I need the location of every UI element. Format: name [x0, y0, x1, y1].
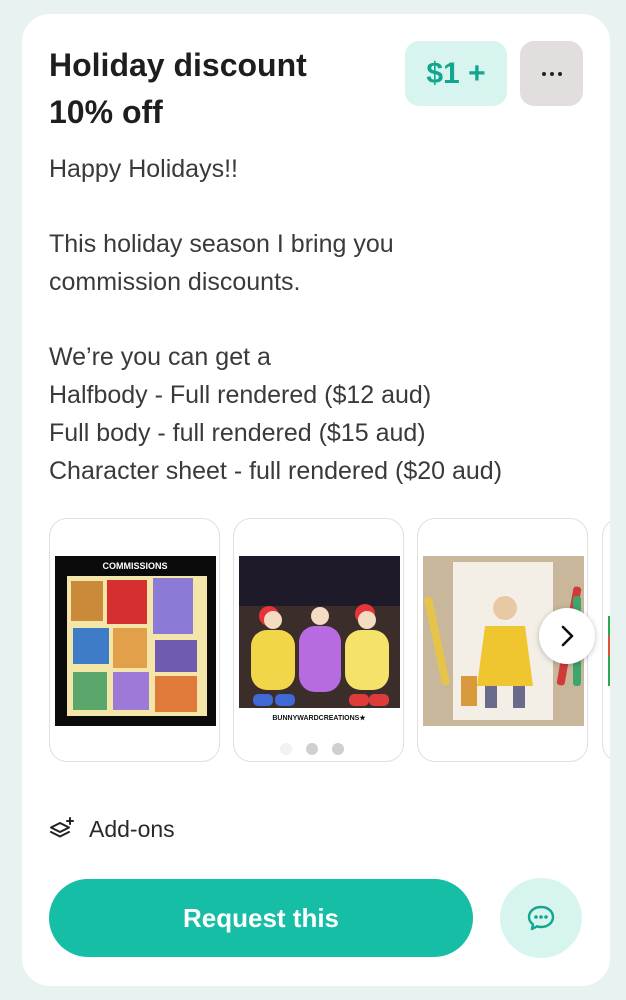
description-line: Character sheet - full rendered ($20 aud…: [49, 456, 503, 485]
more-dots-icon-dot: [557, 71, 562, 76]
pagination-dot[interactable]: [306, 743, 318, 755]
clown-caption: BUNNYWARDCREATIONS★: [272, 714, 366, 722]
title-line-1: Holiday discount: [49, 47, 307, 83]
description-line: [49, 302, 599, 340]
description-line: Happy Holidays!!: [49, 155, 238, 183]
description-line: We’re you can get a: [49, 343, 271, 372]
layers-plus-icon: [50, 816, 74, 837]
message-button[interactable]: [500, 878, 582, 958]
description-line: Full body - full rendered ($15 aud): [49, 418, 426, 447]
gallery-next-button[interactable]: [539, 608, 595, 664]
more-dots-icon: [541, 71, 546, 76]
gallery-thumbnail-1[interactable]: COMMISSIONS: [49, 518, 220, 762]
more-options-button[interactable]: [520, 41, 583, 106]
addons-label: Add-ons: [89, 816, 175, 842]
title-line-2: 10% off: [49, 94, 163, 130]
price-button[interactable]: $1 +: [405, 41, 507, 106]
collage-caption: COMMISSIONS: [102, 561, 167, 571]
gallery-thumbnail-2[interactable]: BUNNYWARDCREATIONS★: [233, 518, 404, 762]
chat-bubble-icon: [527, 905, 555, 931]
image-gallery[interactable]: COMMISSIONS BUNNYWARDCREATIONS★: [49, 518, 610, 763]
commission-collage-image: COMMISSIONS: [55, 556, 216, 726]
more-dots-icon-dot: [549, 71, 554, 76]
gallery-thumbnail-4[interactable]: [602, 518, 610, 762]
chevron-right-icon: [561, 625, 574, 647]
pagination-dot[interactable]: [280, 743, 292, 755]
description-line: [49, 189, 599, 227]
listing-title: Holiday discount 10% off: [49, 42, 369, 136]
description-line: Halfbody - Full rendered ($12 aud): [49, 381, 432, 410]
description-line: commission discounts.: [49, 268, 301, 297]
description-line: This holiday season I bring you: [49, 230, 394, 259]
pagination-dot[interactable]: [332, 743, 344, 755]
gallery-peek-image: [608, 616, 610, 686]
addons-row[interactable]: Add-ons: [49, 816, 175, 843]
commission-card: Holiday discount 10% off $1 + Happy Holi…: [22, 14, 610, 986]
gallery-pagination: [280, 743, 344, 755]
clown-artwork-image: BUNNYWARDCREATIONS★: [239, 556, 400, 726]
listing-description: Happy Holidays!! This holiday season I b…: [49, 151, 599, 490]
request-button[interactable]: Request this: [49, 879, 473, 957]
